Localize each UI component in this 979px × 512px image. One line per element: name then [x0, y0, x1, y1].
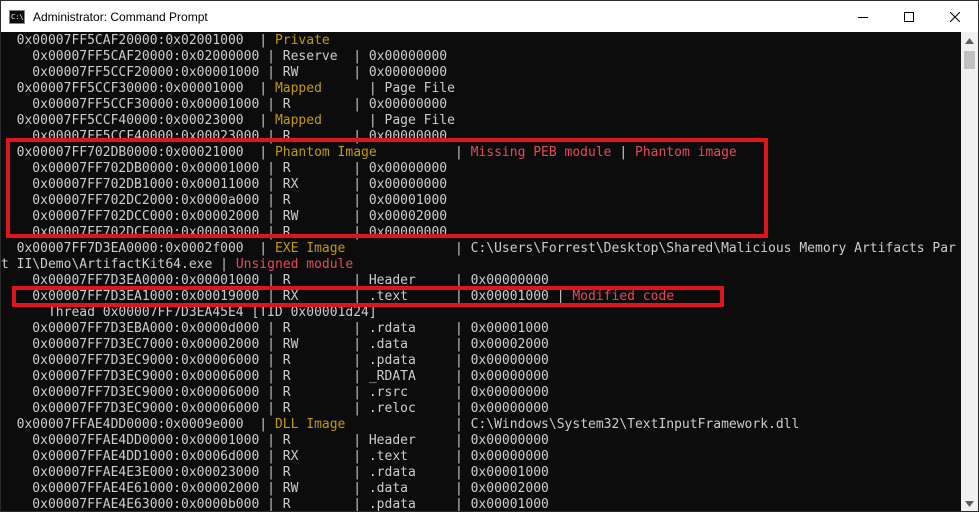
scroll-up-arrow-icon [965, 37, 974, 44]
console-line: 0x00007FF7D3EC7000:0x00002000 | RW | .da… [1, 337, 549, 353]
console-text-segment: 0x00007FF5CAF20000:0x02000000 | Reserve … [1, 49, 448, 64]
console-line: 0x00007FF5CCF20000:0x00001000 | RW | 0x0… [1, 65, 447, 81]
console-line: 0x00007FF5CCF30000:0x00001000 | Mapped |… [1, 81, 455, 97]
console-line: 0x00007FFAE4DD1000:0x0006d000 | RX | .te… [1, 449, 549, 465]
console-text-segment: 0x00007FF7D3EC9000:0x00006000 | R | .rsr… [1, 385, 549, 400]
console-line: 0x00007FF5CCF40000:0x00023000 | Mapped |… [1, 113, 455, 129]
console-text-segment: | Page File [321, 113, 455, 128]
console-text-segment: | Page File [321, 81, 455, 96]
command-prompt-icon[interactable]: C:\. [9, 9, 25, 24]
console-text-segment: 0x00007FFAE4E61000:0x00002000 | RW | .da… [1, 481, 549, 496]
console-text-segment: Unsigned module [235, 257, 354, 272]
console-text-segment: Mapped [274, 81, 322, 96]
window-title: Administrator: Command Prompt [33, 9, 208, 24]
console-line: 0x00007FF5CCF30000:0x00001000 | R | 0x00… [1, 97, 447, 113]
console-line: t II\Demo\ArtifactKit64.exe | Unsigned m… [1, 257, 353, 273]
console-text-segment: DLL Image [274, 417, 346, 432]
console-text-segment: EXE Image [274, 241, 346, 256]
console-line: 0x00007FFAE4DD0000:0x00001000 | R | Head… [1, 433, 549, 449]
console-text-segment: 0x00007FFAE4E3E000:0x00023000 | R | .rda… [1, 465, 549, 480]
command-prompt-window: C:\. Administrator: Command Prompt 0x000… [0, 0, 979, 512]
console-line: 0x00007FFAE4E61000:0x00002000 | RW | .da… [1, 481, 549, 497]
console-line: Thread 0x00007FF7D3EA45E4 [TID 0x00001d2… [1, 305, 377, 321]
console-text-segment: 0x00007FFAE4DD1000:0x0006d000 | RX | .te… [1, 449, 549, 464]
console-line: 0x00007FF7D3EC9000:0x00006000 | R | .rsr… [1, 385, 549, 401]
console-line: 0x00007FFAE4E3E000:0x00023000 | R | .rda… [1, 465, 549, 481]
console-line: 0x00007FFAE4DD0000:0x0009e000 | DLL Imag… [1, 417, 800, 433]
console-text-segment: | C:\Users\Forrest\Desktop\Shared\Malici… [345, 241, 956, 256]
console-line: 0x00007FF7D3EC9000:0x00006000 | R | _RDA… [1, 369, 549, 385]
console-text-segment: 0x00007FF7D3EBA000:0x0000d000 | R | .rda… [1, 321, 549, 336]
scroll-down-button[interactable] [961, 495, 978, 511]
console-line: 0x00007FF7D3EC9000:0x00006000 | R | .pda… [1, 353, 549, 369]
console-text-segment: 0x00007FFAE4DD0000:0x00001000 | R | Head… [1, 433, 549, 448]
console-text-segment: 0x00007FF7D3EC9000:0x00006000 | R | _RDA… [1, 369, 549, 384]
console-text-segment: 0x00007FFAE4E63000:0x0000b000 | R | .pda… [1, 497, 549, 512]
maximize-icon [904, 11, 914, 22]
console-text-segment: 0x00007FF5CCF30000:0x00001000 | R | 0x00… [1, 97, 448, 112]
scrollbar-thumb[interactable] [964, 51, 975, 69]
console-line: 0x00007FF7D3EC9000:0x00006000 | R | .rel… [1, 401, 549, 417]
console-text-segment: 0x00007FF5CAF20000:0x02001000 | [1, 33, 275, 48]
console-text-segment: 0x00007FF7D3EA0000:0x0002f000 | [1, 241, 275, 256]
console-text-segment: 0x00007FF7D3EC9000:0x00006000 | R | .pda… [1, 353, 549, 368]
console-line: 0x00007FF7D3EBA000:0x0000d000 | R | .rda… [1, 321, 549, 337]
console-text-segment: 0x00007FF5CCF20000:0x00001000 | RW | 0x0… [1, 65, 448, 80]
minimize-button[interactable] [840, 1, 886, 32]
console-text-segment: t II\Demo\ArtifactKit64.exe | [1, 257, 236, 272]
scroll-down-arrow-icon [965, 500, 974, 507]
console-line: 0x00007FF5CAF20000:0x02001000 | Private [1, 33, 330, 49]
maximize-button[interactable] [886, 1, 932, 32]
minimize-icon [858, 16, 868, 18]
console-line: 0x00007FF5CAF20000:0x02000000 | Reserve … [1, 49, 447, 65]
phantom-image-highlight-box [6, 138, 768, 238]
console-text-segment: 0x00007FFAE4DD0000:0x0009e000 | [1, 417, 275, 432]
console-line: 0x00007FFAE4E63000:0x0000b000 | R | .pda… [1, 497, 549, 512]
console-text-segment: 0x00007FF5CCF30000:0x00001000 | [1, 81, 275, 96]
scroll-up-button[interactable] [961, 32, 978, 49]
console-text-segment: Thread 0x00007FF7D3EA45E4 [TID 0x00001d2… [1, 305, 377, 320]
console-text-segment: 0x00007FF5CCF40000:0x00023000 | [1, 113, 275, 128]
vertical-scrollbar[interactable] [961, 32, 978, 511]
console-text-segment: Mapped [274, 113, 322, 128]
close-button[interactable] [932, 1, 978, 32]
console-text-segment: Private [274, 33, 330, 48]
console-line: 0x00007FF7D3EA0000:0x0002f000 | EXE Imag… [1, 241, 956, 257]
modified-code-highlight-box [12, 286, 724, 307]
console-output[interactable]: 0x00007FF5CAF20000:0x02001000 | Private … [1, 32, 961, 512]
console-text-segment: 0x00007FF7D3EC7000:0x00002000 | RW | .da… [1, 337, 549, 352]
title-bar[interactable]: C:\. Administrator: Command Prompt [1, 1, 978, 32]
close-icon [950, 11, 960, 22]
console-text-segment: 0x00007FF7D3EC9000:0x00006000 | R | .rel… [1, 401, 549, 416]
console-text-segment: | C:\Windows\System32\TextInputFramework… [345, 417, 800, 432]
